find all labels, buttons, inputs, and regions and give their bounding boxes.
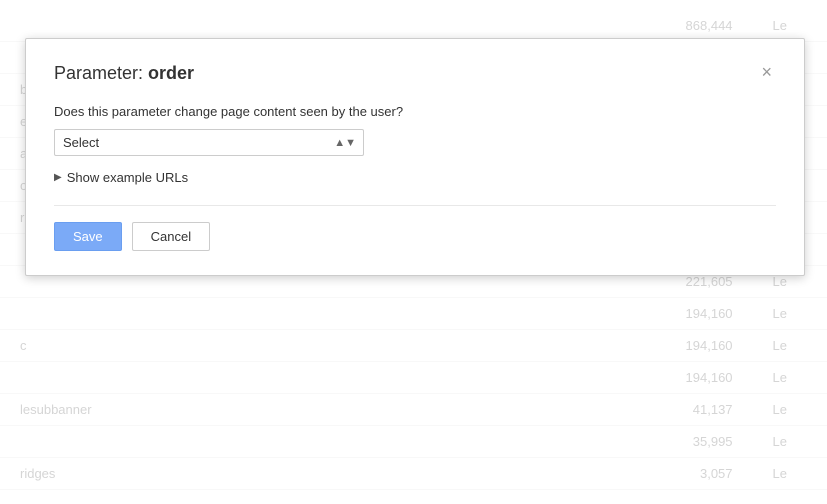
modal-header: Parameter: order × (54, 63, 776, 84)
modal-title-prefix: Parameter: (54, 63, 148, 83)
triangle-icon: ▶ (54, 172, 62, 183)
show-example-toggle[interactable]: ▶ Show example URLs (54, 170, 776, 185)
parameter-select[interactable]: Select Yes No (54, 129, 364, 156)
modal-body: Does this parameter change page content … (54, 104, 776, 185)
modal-footer: Save Cancel (54, 205, 776, 251)
save-button[interactable]: Save (54, 222, 122, 251)
question-label: Does this parameter change page content … (54, 104, 776, 119)
modal-title: Parameter: order (54, 63, 194, 84)
modal-title-bold: order (148, 63, 194, 83)
cancel-button[interactable]: Cancel (132, 222, 210, 251)
select-wrapper: Select Yes No ▲▼ (54, 129, 364, 156)
show-example-label: Show example URLs (67, 170, 188, 185)
parameter-modal: Parameter: order × Does this parameter c… (25, 38, 805, 276)
close-button[interactable]: × (757, 63, 776, 81)
